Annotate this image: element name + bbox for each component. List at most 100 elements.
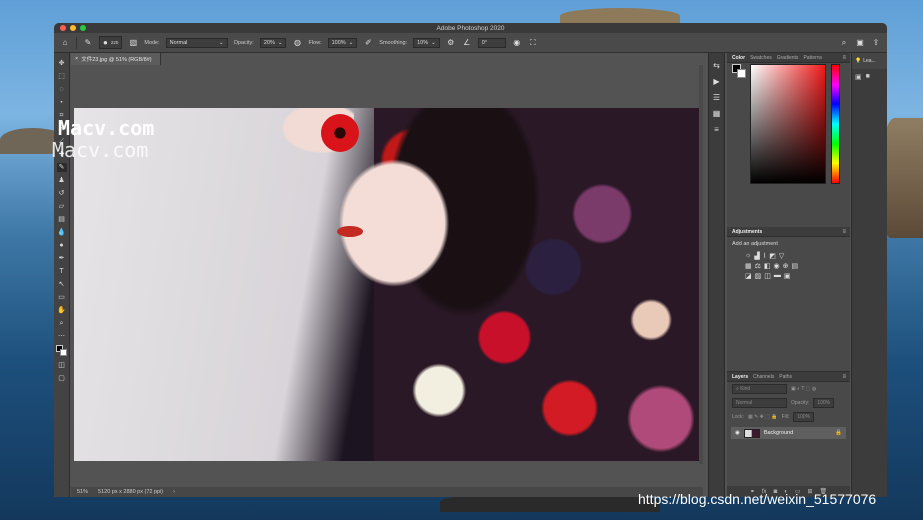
invert-icon[interactable]: ◪ (745, 272, 752, 280)
layer-opacity-field[interactable]: 100% (813, 398, 835, 408)
filter-icons[interactable]: ▣ ◐ T ⬚ ◍ (791, 386, 816, 392)
minimize-button[interactable] (70, 25, 76, 31)
screen-mode-icon[interactable]: ▢ (57, 374, 67, 383)
quick-mask-icon[interactable]: ◫ (57, 361, 67, 370)
symmetry-icon[interactable]: ⛶ (528, 38, 538, 48)
opacity-field[interactable]: 20% ⌄ (259, 37, 287, 48)
eyedropper-tool-icon[interactable]: ⟋ (57, 137, 67, 146)
panel-menu-icon[interactable]: ≡ (842, 55, 846, 61)
chevron-right-icon[interactable]: › (173, 489, 175, 495)
brush-tool-icon[interactable]: ✎ (83, 38, 93, 48)
background-color[interactable] (59, 349, 67, 356)
move-tool-icon[interactable]: ✥ (57, 59, 67, 68)
stamp-tool-icon[interactable]: ♟ (57, 176, 67, 185)
curves-icon[interactable]: ⌇ (763, 252, 766, 260)
color-swatches[interactable] (55, 345, 68, 357)
tab-swatches[interactable]: Swatches (750, 55, 772, 61)
history-icon[interactable]: ⇆ (712, 61, 722, 71)
exposure-icon[interactable]: ◩ (769, 252, 776, 260)
selective-color-icon[interactable]: ▣ (784, 272, 791, 280)
horizontal-scrollbar[interactable] (71, 464, 703, 474)
shape-tool-icon[interactable]: ▭ (57, 293, 67, 302)
zoom-button[interactable] (80, 25, 86, 31)
blend-mode-dropdown[interactable]: Normal (732, 398, 787, 408)
mode-dropdown[interactable]: Normal ⌄ (165, 37, 228, 48)
tab-channels[interactable]: Channels (753, 374, 774, 380)
workspace-icon[interactable]: ▣ (855, 38, 865, 48)
search-icon[interactable]: ⌕ (839, 38, 849, 48)
color-balance-icon[interactable]: ⚖ (755, 262, 761, 270)
libraries-icon[interactable]: ▦ (712, 109, 722, 119)
eye-icon[interactable]: ◉ (735, 430, 740, 436)
gear-icon[interactable]: ⚙ (446, 38, 456, 48)
eraser-tool-icon[interactable]: ▱ (57, 202, 67, 211)
flow-field[interactable]: 100% ⌄ (327, 37, 358, 48)
tab-color[interactable]: Color (732, 55, 745, 61)
smoothing-field[interactable]: 10% ⌄ (413, 37, 440, 48)
learn-tab[interactable]: 💡 Lea... (852, 53, 887, 69)
pressure-size-icon[interactable]: ◉ (512, 38, 522, 48)
dodge-tool-icon[interactable]: ● (57, 241, 67, 250)
properties-icon[interactable]: ☰ (712, 93, 722, 103)
angle-field[interactable]: 0° (477, 37, 506, 48)
zoom-tool-icon[interactable]: ⌕ (57, 319, 67, 328)
vibrance-icon[interactable]: ▽ (779, 252, 784, 260)
stop-icon[interactable]: ■ (866, 73, 870, 81)
gradient-tool-icon[interactable]: ▤ (57, 215, 67, 224)
airbrush-icon[interactable]: ✐ (363, 38, 373, 48)
vertical-scrollbar[interactable] (699, 65, 703, 464)
hue-sat-icon[interactable]: ▦ (745, 262, 752, 270)
quick-select-tool-icon[interactable]: ⬝ (57, 98, 67, 107)
brush-size-picker[interactable]: ● 220 (99, 36, 123, 49)
blur-tool-icon[interactable]: 💧 (57, 228, 67, 237)
character-icon[interactable]: ≡ (712, 125, 722, 135)
pen-tool-icon[interactable]: ✒ (57, 254, 67, 263)
brush-tool-icon[interactable]: ✎ (56, 163, 67, 172)
hue-slider[interactable] (831, 64, 840, 184)
type-tool-icon[interactable]: T (57, 267, 67, 276)
tab-layers[interactable]: Layers (732, 374, 748, 380)
tab-adjustments[interactable]: Adjustments (732, 229, 762, 235)
more-tools-icon[interactable]: ⋯ (57, 332, 67, 341)
color-lookup-icon[interactable]: ▤ (792, 262, 799, 270)
marquee-tool-icon[interactable]: ⬚ (57, 72, 67, 81)
document-image[interactable] (74, 108, 700, 461)
pressure-opacity-icon[interactable]: ◍ (292, 38, 302, 48)
layer-row[interactable]: ◉ Background 🔒 (731, 427, 846, 439)
play-icon[interactable]: ▶ (712, 77, 722, 87)
home-icon[interactable]: ⌂ (60, 38, 70, 48)
hand-tool-icon[interactable]: ✋ (57, 306, 67, 315)
brightness-icon[interactable]: ☼ (745, 252, 751, 260)
history-brush-tool-icon[interactable]: ↺ (57, 189, 67, 198)
layer-kind-filter[interactable]: ⌕ Kind (732, 384, 787, 394)
threshold-icon[interactable]: ◫ (764, 272, 771, 280)
tab-paths[interactable]: Paths (779, 374, 792, 380)
photo-filter-icon[interactable]: ◉ (774, 262, 780, 270)
canvas-area[interactable] (71, 65, 703, 487)
tutorial-icon[interactable]: ▣ (855, 73, 862, 81)
gradient-map-icon[interactable]: ▬ (774, 272, 781, 280)
healing-tool-icon[interactable]: ✚ (57, 150, 67, 159)
panel-menu-icon[interactable]: ≡ (842, 374, 846, 380)
black-white-icon[interactable]: ◧ (764, 262, 771, 270)
brush-settings-icon[interactable]: ▧ (128, 38, 138, 48)
close-button[interactable] (60, 25, 66, 31)
lock-icons[interactable]: ▦ ✎ ✥ ⬚ 🔒 (748, 414, 778, 420)
fg-bg-swatch[interactable] (732, 64, 746, 78)
close-icon[interactable]: × (75, 56, 78, 62)
crop-tool-icon[interactable]: ⌗ (57, 111, 67, 120)
path-select-tool-icon[interactable]: ↖ (57, 280, 67, 289)
lasso-tool-icon[interactable]: ◌ (57, 85, 67, 94)
tab-gradients[interactable]: Gradients (777, 55, 799, 61)
zoom-level[interactable]: 51% (77, 489, 88, 495)
levels-icon[interactable]: ▟ (754, 252, 759, 260)
share-icon[interactable]: ⇪ (871, 38, 881, 48)
panel-menu-icon[interactable]: ≡ (842, 229, 846, 235)
color-field[interactable] (750, 64, 826, 184)
document-tab[interactable]: × 文件23.jpg @ 51% (RGB/8#) (71, 53, 161, 65)
frame-tool-icon[interactable]: ⊠ (57, 124, 67, 133)
tab-patterns[interactable]: Patterns (803, 55, 822, 61)
channel-mixer-icon[interactable]: ⊕ (783, 262, 789, 270)
fill-field[interactable]: 100% (793, 412, 815, 422)
posterize-icon[interactable]: ▨ (755, 272, 762, 280)
